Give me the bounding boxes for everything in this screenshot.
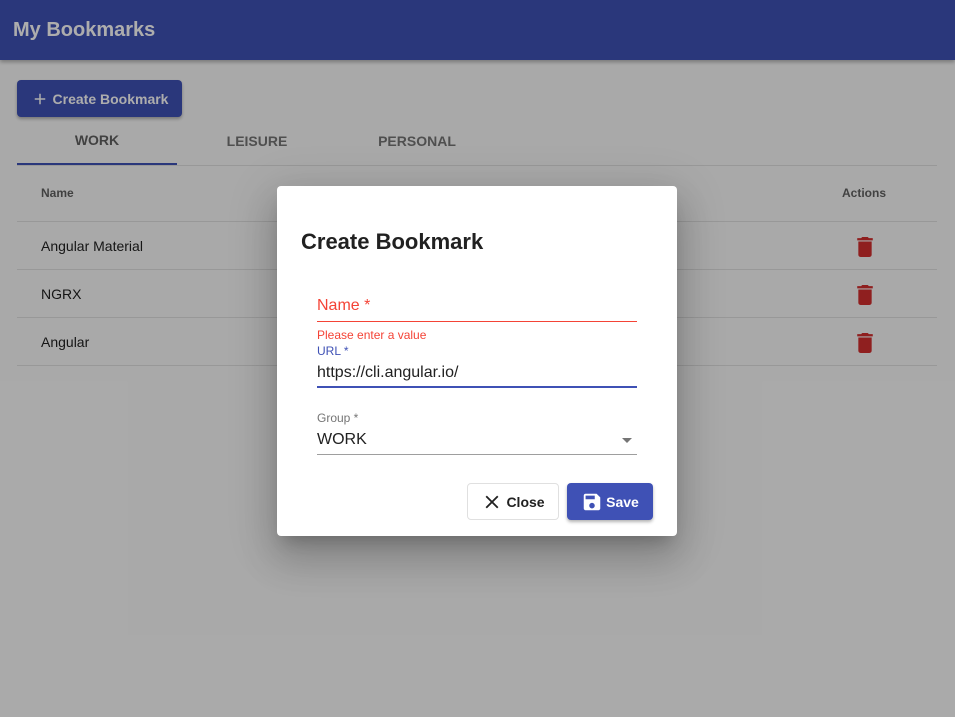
group-label: Group * [317, 411, 359, 425]
close-icon [486, 495, 499, 508]
dropdown-arrow-icon [622, 438, 632, 443]
save-button[interactable]: Save [567, 483, 653, 520]
name-error: Please enter a value [317, 328, 427, 342]
save-icon [583, 493, 601, 510]
dialog-title: Create Bookmark [301, 229, 484, 254]
name-field: Name * [317, 294, 637, 322]
name-input[interactable] [317, 294, 637, 320]
url-input[interactable] [317, 362, 637, 384]
create-bookmark-dialog: Create Bookmark Name * Please enter a va… [277, 186, 677, 536]
close-label: Close [506, 493, 545, 510]
close-button[interactable]: Close [467, 483, 559, 520]
group-select[interactable]: Group * WORK [317, 409, 637, 455]
save-label: Save [606, 493, 639, 510]
url-field: URL * [317, 342, 637, 388]
group-value: WORK [317, 431, 367, 448]
url-label: URL * [317, 344, 349, 358]
